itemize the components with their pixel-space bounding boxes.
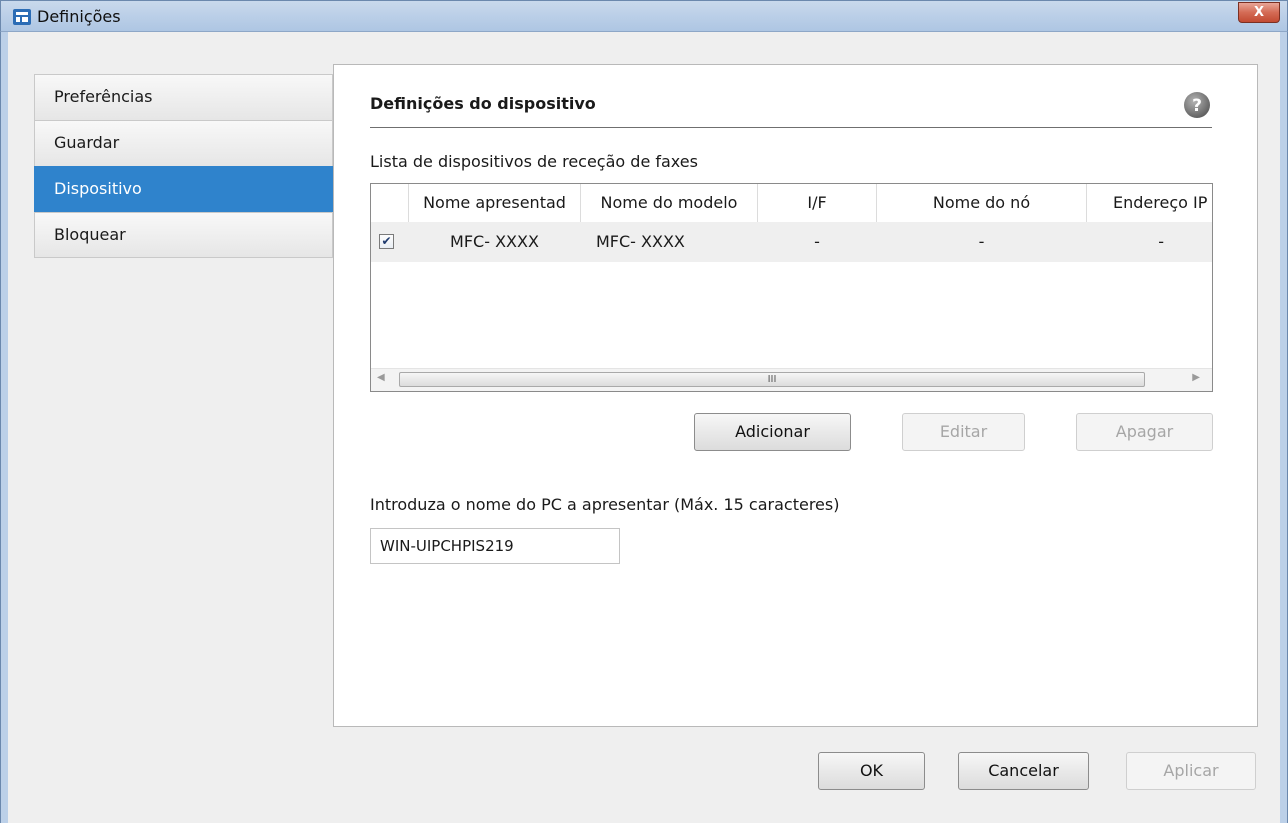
table-header: Nome apresentad Nome do modelo I/F Nome … [371, 184, 1212, 223]
device-list-label: Lista de dispositivos de receção de faxe… [370, 152, 698, 171]
column-header-node-name[interactable]: Nome do nó [877, 184, 1087, 222]
column-header-checkbox [371, 184, 409, 222]
pc-name-label: Introduza o nome do PC a apresentar (Máx… [370, 495, 840, 514]
column-header-interface[interactable]: I/F [758, 184, 877, 222]
edit-button[interactable]: Editar [902, 413, 1025, 451]
sidebar-item-guardar[interactable]: Guardar [34, 120, 333, 166]
sidebar-nav: Preferências Guardar Dispositivo Bloquea… [34, 74, 333, 258]
close-icon: X [1253, 5, 1265, 20]
scroll-right-arrow-icon[interactable]: ▶ [1192, 372, 1200, 383]
cell-ip-address: - [1158, 232, 1164, 251]
cell-interface: - [814, 232, 820, 251]
close-button[interactable]: X [1238, 2, 1280, 23]
cell-display-name: MFC- XXXX [450, 232, 539, 251]
sidebar-item-label: Preferências [54, 87, 153, 106]
device-table[interactable]: Nome apresentad Nome do modelo I/F Nome … [370, 183, 1213, 392]
scrollbar-grip-icon: III [767, 374, 777, 385]
scrollbar-thumb[interactable]: III [399, 372, 1145, 387]
cancel-button[interactable]: Cancelar [958, 752, 1089, 790]
frame-edge [0, 32, 1, 823]
column-header-ip-address[interactable]: Endereço IP [1087, 184, 1212, 222]
table-row[interactable]: ✔ MFC- XXXX MFC- XXXX - - - [371, 222, 1212, 262]
column-header-model-name[interactable]: Nome do modelo [581, 184, 758, 222]
column-header-display-name[interactable]: Nome apresentad [409, 184, 581, 222]
horizontal-scrollbar[interactable]: ◀ III ▶ [371, 368, 1212, 391]
ok-button[interactable]: OK [818, 752, 925, 790]
sidebar-item-bloquear[interactable]: Bloquear [34, 212, 333, 258]
delete-button[interactable]: Apagar [1076, 413, 1213, 451]
svg-text:?: ? [1192, 96, 1202, 116]
sidebar-item-label: Bloquear [54, 225, 126, 244]
add-button[interactable]: Adicionar [694, 413, 851, 451]
scroll-left-arrow-icon[interactable]: ◀ [377, 372, 385, 383]
section-title: Definições do dispositivo [370, 94, 596, 113]
sidebar-item-dispositivo[interactable]: Dispositivo [34, 166, 333, 212]
cell-node-name: - [978, 232, 985, 251]
question-mark-icon: ? [1184, 92, 1210, 118]
sidebar-item-label: Guardar [54, 133, 120, 152]
title-bar: Definições X [0, 0, 1288, 32]
device-checkbox[interactable]: ✔ [379, 234, 394, 249]
sidebar-item-label: Dispositivo [54, 179, 142, 198]
apply-button[interactable]: Aplicar [1126, 752, 1256, 790]
sidebar-item-preferencias[interactable]: Preferências [34, 74, 333, 120]
app-settings-icon [13, 9, 31, 25]
cell-model-name: MFC- XXXX [596, 232, 685, 251]
pc-name-input[interactable]: WIN-UIPCHPIS219 [370, 528, 620, 564]
window-title: Definições [37, 7, 121, 26]
section-divider [370, 127, 1212, 128]
help-button[interactable]: ? [1182, 90, 1212, 120]
